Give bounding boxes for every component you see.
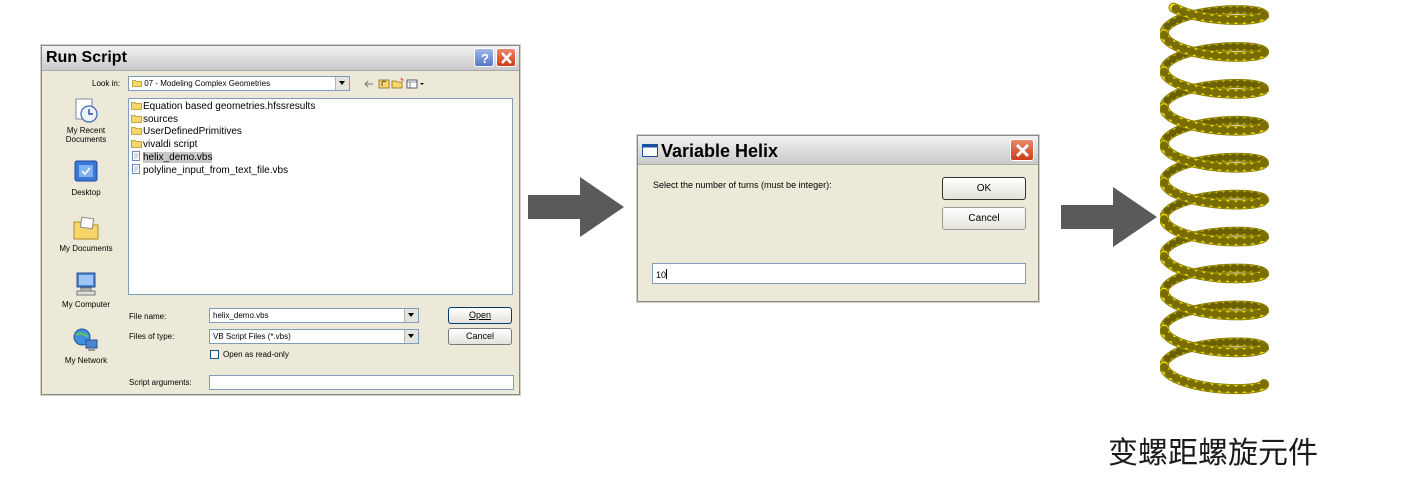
arrow-right-icon bbox=[528, 177, 624, 237]
file-name: Equation based geometries.hfssresults bbox=[143, 101, 316, 112]
place-label: My Network bbox=[64, 356, 108, 365]
close-button[interactable] bbox=[496, 48, 516, 67]
open-button[interactable]: Open bbox=[448, 307, 512, 324]
list-item-folder[interactable]: vivaldi script bbox=[131, 139, 197, 151]
place-label: My Recent Documents bbox=[65, 126, 107, 144]
place-recent-documents[interactable]: My Recent Documents bbox=[46, 96, 126, 144]
place-my-network[interactable]: My Network bbox=[46, 326, 126, 365]
chevron-down-icon[interactable] bbox=[335, 77, 349, 90]
recent-documents-icon bbox=[75, 98, 98, 123]
arrow-right-icon bbox=[1061, 187, 1157, 247]
file-name-field[interactable]: helix_demo.vbs bbox=[209, 308, 419, 323]
read-only-checkbox[interactable] bbox=[210, 350, 219, 359]
helix-model bbox=[1160, 2, 1269, 395]
views-menu-icon[interactable] bbox=[406, 79, 424, 89]
cancel-button-label: Cancel bbox=[968, 213, 1000, 224]
look-in-combo[interactable]: 07 - Modeling Complex Geometries bbox=[128, 76, 350, 91]
file-name-value: helix_demo.vbs bbox=[213, 311, 269, 320]
close-icon bbox=[1015, 143, 1030, 158]
title-bar[interactable]: Run Script ? bbox=[42, 46, 519, 71]
read-only-label: Open as read-only bbox=[223, 350, 289, 359]
caption: 变螺距螺旋元件 bbox=[1108, 436, 1318, 471]
new-folder-icon[interactable] bbox=[391, 77, 404, 89]
my-network-icon bbox=[73, 328, 98, 351]
files-of-type-value: VB Script Files (*.vbs) bbox=[213, 332, 291, 341]
close-button[interactable] bbox=[1010, 139, 1034, 161]
open-button-label: Open bbox=[468, 310, 492, 320]
run-script-dialog: Run Script ? Look in: 07 - Modeling Comp… bbox=[41, 45, 520, 395]
svg-text:?: ? bbox=[481, 51, 489, 66]
turns-input-value: 10 bbox=[656, 270, 667, 280]
files-of-type-select[interactable]: VB Script Files (*.vbs) bbox=[209, 329, 419, 344]
window-icon bbox=[642, 144, 658, 157]
cancel-button[interactable]: Cancel bbox=[942, 207, 1026, 230]
file-name: vivaldi script bbox=[143, 138, 198, 150]
folder-icon bbox=[131, 127, 142, 135]
dialog-title: Run Script bbox=[46, 49, 127, 66]
files-of-type-label: Files of type: bbox=[129, 332, 175, 341]
title-bar[interactable]: Variable Helix bbox=[638, 136, 1038, 165]
script-file-icon bbox=[132, 151, 140, 161]
look-in-label: Look in: bbox=[92, 79, 121, 88]
file-list[interactable]: Equation based geometries.hfssresults so… bbox=[128, 98, 513, 295]
script-args-input[interactable] bbox=[209, 375, 514, 390]
toolbar-icons bbox=[364, 77, 424, 89]
ok-button[interactable]: OK bbox=[942, 177, 1026, 200]
file-name: UserDefinedPrimitives bbox=[143, 126, 242, 137]
script-file-icon bbox=[132, 163, 140, 174]
cancel-button-label: Cancel bbox=[465, 331, 494, 341]
list-item-script-selected[interactable]: helix_demo.vbs bbox=[131, 151, 213, 163]
cancel-button[interactable]: Cancel bbox=[448, 328, 512, 345]
place-my-computer[interactable]: My Computer bbox=[46, 270, 126, 309]
file-name: sources bbox=[143, 113, 179, 125]
turns-input[interactable]: 10 bbox=[652, 263, 1026, 284]
help-icon: ? bbox=[481, 51, 489, 66]
list-item-folder[interactable]: sources bbox=[131, 114, 178, 126]
list-item-script[interactable]: polyline_input_from_text_file.vbs bbox=[131, 163, 289, 176]
places-bar: My Recent Documents Desktop My Documents bbox=[46, 96, 126, 388]
folder-icon bbox=[131, 114, 142, 123]
chevron-down-icon[interactable] bbox=[404, 330, 418, 343]
place-label: My Documents bbox=[59, 244, 113, 253]
file-name-label: File name: bbox=[129, 312, 167, 321]
folder-icon bbox=[132, 80, 142, 87]
chevron-down-icon[interactable] bbox=[404, 309, 418, 322]
dialog-title: Variable Helix bbox=[661, 141, 779, 161]
text-cursor bbox=[666, 269, 668, 279]
file-name: polyline_input_from_text_file.vbs bbox=[143, 164, 289, 176]
help-button[interactable]: ? bbox=[474, 48, 494, 67]
place-my-documents[interactable]: My Documents bbox=[46, 214, 126, 253]
my-computer-icon bbox=[76, 272, 96, 296]
turns-prompt: Select the number of turns (must be inte… bbox=[653, 180, 832, 190]
look-in-value: 07 - Modeling Complex Geometries bbox=[144, 79, 271, 88]
script-args-label: Script arguments: bbox=[129, 378, 192, 387]
file-name: helix_demo.vbs bbox=[143, 152, 213, 163]
back-icon[interactable] bbox=[364, 80, 373, 88]
variable-helix-dialog: Variable Helix Select the number of turn… bbox=[637, 135, 1039, 302]
folder-icon bbox=[131, 102, 142, 110]
close-icon bbox=[501, 52, 512, 64]
place-label: My Computer bbox=[61, 300, 110, 309]
my-documents-icon bbox=[73, 216, 99, 240]
place-label: Desktop bbox=[71, 188, 101, 197]
folder-icon bbox=[131, 139, 142, 148]
ok-button-label: OK bbox=[976, 183, 992, 194]
list-item-folder[interactable]: UserDefinedPrimitives bbox=[131, 126, 242, 138]
list-item-folder[interactable]: Equation based geometries.hfssresults bbox=[131, 101, 315, 113]
place-desktop[interactable]: Desktop bbox=[46, 158, 126, 197]
desktop-icon bbox=[74, 160, 98, 182]
up-folder-icon[interactable] bbox=[378, 79, 390, 89]
